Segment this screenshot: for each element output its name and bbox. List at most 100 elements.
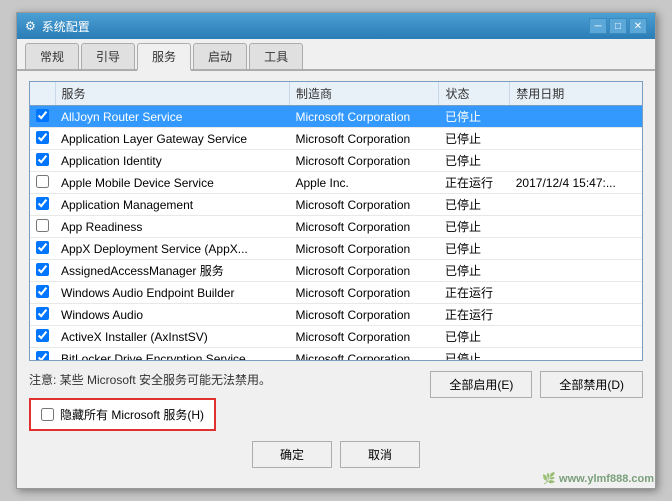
hide-ms-service-container: 隐藏所有 Microsoft 服务(H): [29, 398, 216, 431]
row-service: Windows Audio: [55, 304, 289, 326]
row-checkbox[interactable]: [36, 241, 49, 254]
hide-ms-label: 隐藏所有 Microsoft 服务(H): [60, 406, 204, 423]
row-service: App Readiness: [55, 216, 289, 238]
row-status: 正在运行: [439, 304, 510, 326]
table-row[interactable]: Apple Mobile Device ServiceApple Inc.正在运…: [30, 172, 642, 194]
row-status: 已停止: [439, 238, 510, 260]
table-row[interactable]: AllJoyn Router ServiceMicrosoft Corporat…: [30, 106, 642, 128]
row-vendor: Microsoft Corporation: [289, 326, 438, 348]
row-vendor: Microsoft Corporation: [289, 348, 438, 362]
row-date: [510, 326, 642, 348]
row-checkbox-cell: [30, 172, 55, 194]
row-checkbox[interactable]: [36, 263, 49, 276]
row-checkbox[interactable]: [36, 131, 49, 144]
table-row[interactable]: AssignedAccessManager 服务Microsoft Corpor…: [30, 260, 642, 282]
row-vendor: Microsoft Corporation: [289, 106, 438, 128]
row-date: [510, 348, 642, 362]
row-date: [510, 260, 642, 282]
row-status: 已停止: [439, 106, 510, 128]
row-date: [510, 150, 642, 172]
row-checkbox-cell: [30, 216, 55, 238]
table-row[interactable]: BitLocker Drive Encryption ServiceMicros…: [30, 348, 642, 362]
row-date: [510, 128, 642, 150]
row-service: Application Management: [55, 194, 289, 216]
row-checkbox[interactable]: [36, 175, 49, 188]
row-status: 已停止: [439, 326, 510, 348]
enable-all-button[interactable]: 全部启用(E): [430, 371, 532, 398]
row-service: AllJoyn Router Service: [55, 106, 289, 128]
row-service: AssignedAccessManager 服务: [55, 260, 289, 282]
row-service: BitLocker Drive Encryption Service: [55, 348, 289, 362]
tab-tools[interactable]: 工具: [249, 43, 303, 69]
row-checkbox-cell: [30, 304, 55, 326]
main-window: ⚙ 系统配置 ─ □ ✕ 常规 引导 服务 启动 工具 服务 制造商 状态: [16, 12, 656, 489]
tab-startup[interactable]: 启动: [193, 43, 247, 69]
row-date: [510, 282, 642, 304]
table-row[interactable]: Application ManagementMicrosoft Corporat…: [30, 194, 642, 216]
ok-button[interactable]: 确定: [252, 441, 332, 468]
tab-bar: 常规 引导 服务 启动 工具: [17, 39, 655, 71]
footer-note: 注意: 某些 Microsoft 安全服务可能无法禁用。 全部启用(E) 全部禁…: [29, 369, 643, 390]
services-table-container[interactable]: 服务 制造商 状态 禁用日期 AllJoyn Router ServiceMic…: [29, 81, 643, 361]
disable-all-button[interactable]: 全部禁用(D): [540, 371, 643, 398]
row-checkbox[interactable]: [36, 219, 49, 232]
table-row[interactable]: App ReadinessMicrosoft Corporation已停止: [30, 216, 642, 238]
col-header-checkbox: [30, 82, 55, 106]
tab-boot[interactable]: 引导: [81, 43, 135, 69]
row-date: 2017/12/4 15:47:...: [510, 172, 642, 194]
close-button[interactable]: ✕: [629, 18, 647, 34]
row-status: 已停止: [439, 194, 510, 216]
row-checkbox-cell: [30, 282, 55, 304]
row-checkbox-cell: [30, 260, 55, 282]
row-status: 已停止: [439, 150, 510, 172]
footer-row: 隐藏所有 Microsoft 服务(H): [29, 398, 643, 431]
hide-ms-checkbox[interactable]: [41, 408, 54, 421]
maximize-button[interactable]: □: [609, 18, 627, 34]
content-area: 服务 制造商 状态 禁用日期 AllJoyn Router ServiceMic…: [17, 71, 655, 488]
cancel-button[interactable]: 取消: [340, 441, 420, 468]
row-vendor: Microsoft Corporation: [289, 282, 438, 304]
row-status: 已停止: [439, 348, 510, 362]
table-row[interactable]: AppX Deployment Service (AppX...Microsof…: [30, 238, 642, 260]
row-checkbox[interactable]: [36, 109, 49, 122]
row-service: ActiveX Installer (AxInstSV): [55, 326, 289, 348]
row-status: 已停止: [439, 216, 510, 238]
tab-general[interactable]: 常规: [25, 43, 79, 69]
tab-services[interactable]: 服务: [137, 43, 191, 71]
row-checkbox-cell: [30, 150, 55, 172]
col-header-date: 禁用日期: [510, 82, 642, 106]
row-vendor: Microsoft Corporation: [289, 216, 438, 238]
row-checkbox[interactable]: [36, 329, 49, 342]
row-service: Application Identity: [55, 150, 289, 172]
row-date: [510, 194, 642, 216]
row-status: 已停止: [439, 128, 510, 150]
row-checkbox-cell: [30, 326, 55, 348]
row-checkbox-cell: [30, 194, 55, 216]
row-service: Apple Mobile Device Service: [55, 172, 289, 194]
row-vendor: Microsoft Corporation: [289, 304, 438, 326]
row-vendor: Microsoft Corporation: [289, 128, 438, 150]
row-checkbox[interactable]: [36, 285, 49, 298]
bottom-buttons: 确定 取消: [29, 441, 643, 478]
row-checkbox-cell: [30, 238, 55, 260]
row-service: Windows Audio Endpoint Builder: [55, 282, 289, 304]
row-checkbox[interactable]: [36, 197, 49, 210]
row-service: Application Layer Gateway Service: [55, 128, 289, 150]
row-checkbox-cell: [30, 348, 55, 362]
row-vendor: Microsoft Corporation: [289, 150, 438, 172]
row-checkbox[interactable]: [36, 153, 49, 166]
row-service: AppX Deployment Service (AppX...: [55, 238, 289, 260]
titlebar-title: ⚙ 系统配置: [25, 18, 90, 35]
table-row[interactable]: Application IdentityMicrosoft Corporatio…: [30, 150, 642, 172]
table-row[interactable]: Application Layer Gateway ServiceMicroso…: [30, 128, 642, 150]
row-vendor: Apple Inc.: [289, 172, 438, 194]
row-date: [510, 216, 642, 238]
row-status: 已停止: [439, 260, 510, 282]
table-row[interactable]: Windows AudioMicrosoft Corporation正在运行: [30, 304, 642, 326]
row-vendor: Microsoft Corporation: [289, 238, 438, 260]
minimize-button[interactable]: ─: [589, 18, 607, 34]
row-checkbox[interactable]: [36, 307, 49, 320]
table-row[interactable]: Windows Audio Endpoint BuilderMicrosoft …: [30, 282, 642, 304]
table-row[interactable]: ActiveX Installer (AxInstSV)Microsoft Co…: [30, 326, 642, 348]
row-checkbox[interactable]: [36, 351, 49, 362]
